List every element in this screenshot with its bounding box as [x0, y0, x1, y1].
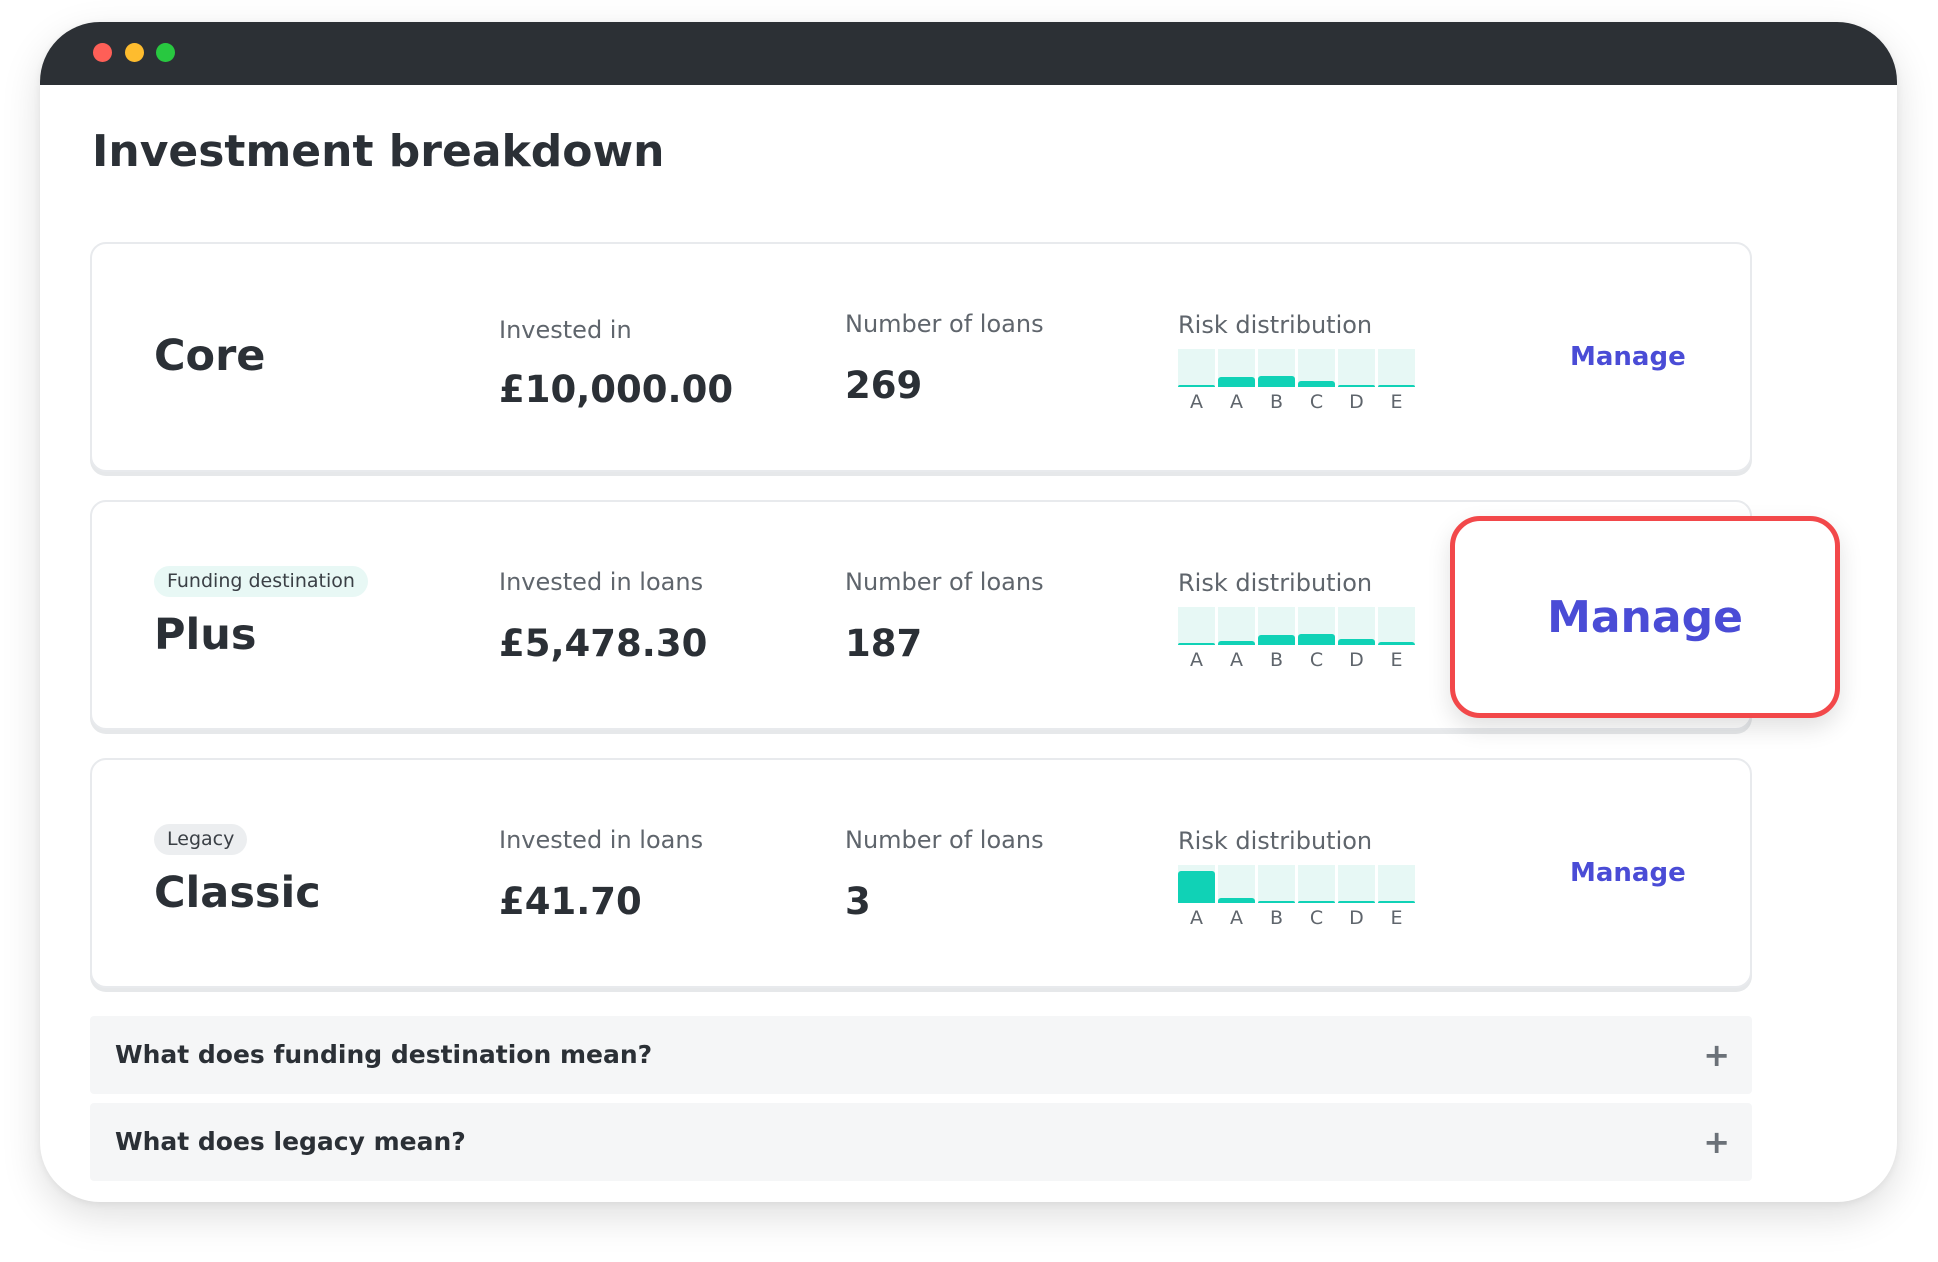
risk-label: Risk distribution — [1178, 311, 1373, 339]
invested-label: Invested in loans — [499, 826, 704, 854]
minimize-window-button[interactable] — [125, 43, 144, 62]
risk-bar-fill — [1258, 376, 1295, 387]
invested-value: £10,000.00 — [499, 368, 734, 411]
risk-bar — [1298, 607, 1335, 645]
risk-letter: D — [1349, 907, 1364, 929]
manage-link[interactable]: Manage — [1570, 858, 1686, 888]
risk-letter: B — [1269, 907, 1284, 929]
invested-label: Invested in — [499, 316, 632, 344]
risk-distribution: Risk distribution A A B C D E — [1178, 827, 1418, 929]
legacy-badge: Legacy — [154, 824, 248, 855]
maximize-window-button[interactable] — [156, 43, 175, 62]
risk-letters: AABCDE — [1178, 907, 1418, 931]
risk-bar-fill — [1338, 901, 1375, 903]
risk-letters: AABCDE — [1178, 649, 1418, 673]
risk-bar-fill — [1218, 377, 1255, 387]
risk-bar-fill — [1258, 635, 1295, 645]
risk-bar — [1338, 349, 1375, 387]
risk-bar — [1218, 607, 1255, 645]
plus-icon[interactable]: + — [1703, 1016, 1730, 1094]
risk-bar — [1178, 865, 1215, 903]
faq-legacy[interactable]: What does legacy mean? + — [90, 1103, 1752, 1181]
risk-letter: A — [1230, 649, 1243, 671]
plus-icon[interactable]: + — [1703, 1103, 1730, 1181]
invested-value: £41.70 — [499, 880, 642, 923]
funding-destination-badge: Funding destination — [154, 566, 368, 597]
manage-link[interactable]: Manage — [1570, 342, 1686, 372]
risk-bar — [1178, 349, 1215, 387]
risk-bars — [1178, 865, 1418, 903]
risk-letter: C — [1309, 391, 1324, 413]
investment-card-classic: Legacy Classic Invested in loans £41.70 … — [90, 758, 1752, 988]
risk-letter: C — [1309, 649, 1324, 671]
risk-distribution: Risk distribution A A B C D E — [1178, 311, 1418, 413]
risk-bar — [1338, 607, 1375, 645]
risk-bar — [1298, 349, 1335, 387]
loans-label: Number of loans — [845, 826, 1044, 854]
risk-bar-fill — [1258, 901, 1295, 903]
faq-question: What does funding destination mean? — [115, 1040, 653, 1069]
risk-bar — [1218, 349, 1255, 387]
risk-bar-fill — [1178, 385, 1215, 387]
risk-bar-fill — [1378, 901, 1415, 903]
loans-label: Number of loans — [845, 568, 1044, 596]
risk-letter: B — [1269, 391, 1284, 413]
card-name: Classic — [154, 868, 321, 918]
invested-value: £5,478.30 — [499, 622, 708, 665]
window-titlebar — [40, 22, 1897, 85]
page-title: Investment breakdown — [92, 126, 665, 177]
loans-value: 3 — [845, 880, 871, 923]
close-window-button[interactable] — [93, 43, 112, 62]
risk-bar-fill — [1378, 642, 1415, 645]
risk-bars — [1178, 607, 1418, 645]
risk-bar-fill — [1298, 901, 1335, 903]
risk-bar-fill — [1378, 385, 1415, 387]
risk-bar-fill — [1218, 641, 1255, 645]
investment-card-core: Core Invested in £10,000.00 Number of lo… — [90, 242, 1752, 472]
loans-label: Number of loans — [845, 310, 1044, 338]
risk-letter: E — [1390, 649, 1403, 671]
risk-bar-fill — [1338, 385, 1375, 387]
risk-bar-fill — [1178, 643, 1215, 645]
risk-letter: D — [1349, 391, 1364, 413]
risk-letter: A — [1190, 649, 1203, 671]
loans-value: 269 — [845, 364, 923, 407]
risk-letter: C — [1309, 907, 1324, 929]
risk-bar-fill — [1298, 634, 1335, 645]
risk-letters: AABCDE — [1178, 391, 1418, 415]
risk-bar-fill — [1218, 898, 1255, 903]
risk-bar — [1218, 865, 1255, 903]
manage-button-highlighted[interactable]: Manage — [1450, 516, 1840, 718]
risk-letter: A — [1190, 391, 1203, 413]
risk-bar — [1338, 865, 1375, 903]
card-name: Plus — [154, 610, 257, 660]
faq-funding-destination[interactable]: What does funding destination mean? + — [90, 1016, 1752, 1094]
risk-bar — [1378, 607, 1415, 645]
risk-bar — [1378, 865, 1415, 903]
risk-bar — [1258, 607, 1295, 645]
risk-bar — [1258, 349, 1295, 387]
risk-bar-fill — [1338, 639, 1375, 645]
faq-question: What does legacy mean? — [115, 1127, 466, 1156]
risk-letter: E — [1390, 391, 1403, 413]
invested-label: Invested in loans — [499, 568, 704, 596]
risk-bar-fill — [1298, 381, 1335, 387]
risk-letter: A — [1230, 391, 1243, 413]
risk-letter: A — [1230, 907, 1243, 929]
risk-distribution: Risk distribution A A B C D E — [1178, 569, 1418, 671]
risk-bar — [1178, 607, 1215, 645]
risk-label: Risk distribution — [1178, 569, 1373, 597]
risk-letter: A — [1190, 907, 1203, 929]
risk-letter: E — [1390, 907, 1403, 929]
risk-letter: B — [1269, 649, 1284, 671]
risk-bar — [1258, 865, 1295, 903]
loans-value: 187 — [845, 622, 923, 665]
risk-bar-fill — [1178, 871, 1215, 903]
risk-bar — [1378, 349, 1415, 387]
card-name: Core — [154, 331, 266, 381]
risk-label: Risk distribution — [1178, 827, 1373, 855]
risk-bar — [1298, 865, 1335, 903]
risk-letter: D — [1349, 649, 1364, 671]
risk-bars — [1178, 349, 1418, 387]
